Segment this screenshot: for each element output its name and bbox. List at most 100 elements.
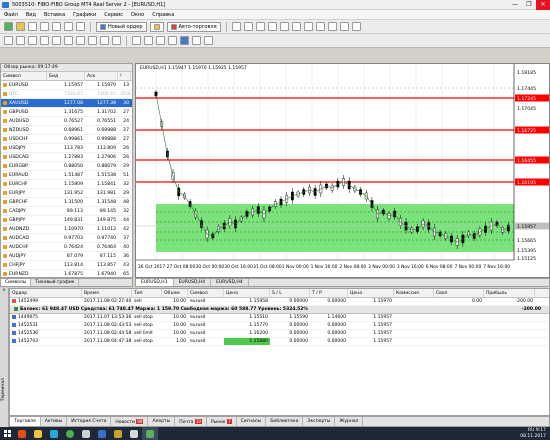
col-volume[interactable]: Объем xyxy=(162,289,188,297)
bar-chart-icon[interactable] xyxy=(231,22,241,31)
market-watch-row[interactable]: AUDCHF 0.76424 0.76464 40 xyxy=(1,243,132,252)
market-watch-row[interactable]: AUDUSD 0.76527 0.76551 24 xyxy=(1,117,132,126)
terminal-tab[interactable]: Эксперты xyxy=(303,417,336,426)
table-row[interactable]: 1452499 2017.11.08 02:27:40 sell 10.00 eurus… xyxy=(10,298,549,306)
period-m30-icon[interactable] xyxy=(168,36,177,45)
cursor-icon[interactable] xyxy=(4,36,13,45)
col-ask[interactable]: Аск xyxy=(85,72,118,81)
text-icon[interactable] xyxy=(88,36,97,45)
taskbar-app[interactable] xyxy=(30,427,46,440)
taskbar-app[interactable] xyxy=(94,427,110,440)
terminal-tab[interactable]: Почта 10 xyxy=(175,417,207,426)
tile-windows-icon[interactable] xyxy=(291,22,301,31)
fibonacci-icon[interactable] xyxy=(76,36,85,45)
market-watch-row[interactable]: USDCHF 0.99861 0.99888 27 xyxy=(1,135,132,144)
taskbar-app[interactable] xyxy=(14,427,30,440)
col-order[interactable]: Ордер xyxy=(10,289,82,297)
chart-tab-eurusd-h1[interactable]: EURUSD,H1 xyxy=(136,279,174,286)
metaeditor-button[interactable] xyxy=(149,21,164,32)
terminal-tab[interactable]: Новости 99 xyxy=(111,417,149,426)
trendline-icon[interactable] xyxy=(52,36,61,45)
close-button[interactable]: ✕ xyxy=(536,0,550,10)
col-symbol[interactable]: Символ xyxy=(1,72,47,81)
profiles-icon[interactable] xyxy=(16,22,25,31)
col-current-price[interactable]: Цена xyxy=(348,289,394,297)
market-watch-row[interactable]: GBPCHF 1.31500 1.31548 48 xyxy=(1,198,132,207)
horizontal-line-icon[interactable] xyxy=(40,36,49,45)
col-bid[interactable]: Бид xyxy=(47,72,85,81)
terminal-tab[interactable]: Библиотека xyxy=(266,417,304,426)
menu-file[interactable]: Файл xyxy=(4,12,18,18)
market-watch-row[interactable]: EURJPY 131.952 131.981 29 xyxy=(1,189,132,198)
system-tray[interactable]: RU 9:17 08.11.2017 xyxy=(520,428,550,439)
col-swap[interactable]: Своп xyxy=(434,289,484,297)
col-sl[interactable]: S / L xyxy=(270,289,310,297)
market-watch-row[interactable]: USDCAD 1.27883 1.27906 26 xyxy=(1,153,132,162)
market-watch-row[interactable]: CHFJPY 113.814 113.857 43 xyxy=(1,261,132,270)
tab-tick-chart[interactable]: Тиковый график xyxy=(31,279,80,286)
start-button[interactable] xyxy=(0,427,14,440)
market-watch-row[interactable]: GBPJPY 149.831 149.875 44 xyxy=(1,216,132,225)
market-watch-row[interactable]: AUDNZD 1.10970 1.11012 42 xyxy=(1,225,132,234)
menu-help[interactable]: Справка xyxy=(152,12,174,18)
new-chart-icon[interactable] xyxy=(4,22,13,31)
market-watch-row[interactable]: AUDCAD 0.97703 0.97740 37 xyxy=(1,234,132,243)
maximize-button[interactable]: ❐ xyxy=(522,0,536,10)
chart-tab-eurusd-h4[interactable]: EURUSD,H4 xyxy=(174,279,212,286)
menu-window[interactable]: Окно xyxy=(131,12,144,18)
menu-view[interactable]: Вид xyxy=(26,12,36,18)
autotrading-button[interactable]: Авто-торговля xyxy=(166,21,221,32)
terminal-tab[interactable]: Торговля xyxy=(10,417,41,426)
zoom-in-icon[interactable] xyxy=(267,22,277,31)
line-chart-icon[interactable] xyxy=(255,22,265,31)
label-icon[interactable] xyxy=(100,36,109,45)
market-watch-row[interactable]: USDJPY 113.783 113.809 26 xyxy=(1,144,132,153)
taskbar-app[interactable] xyxy=(62,427,78,440)
col-commission[interactable]: Комиссия xyxy=(394,289,434,297)
taskbar-app-mt4[interactable] xyxy=(142,427,158,440)
market-watch-row[interactable]: EURCHF 1.15809 1.15841 32 xyxy=(1,180,132,189)
col-type[interactable]: Тип xyxy=(132,289,162,297)
minimize-button[interactable]: — xyxy=(508,0,522,10)
chart-window[interactable]: 1.18185 1.17445 1.17245 1.17045 1.16725 1.164… xyxy=(135,63,550,278)
new-order-button[interactable]: Новый ордер xyxy=(96,21,147,32)
taskbar-app[interactable] xyxy=(78,427,94,440)
col-symbol[interactable]: Символ xyxy=(188,289,224,297)
table-row[interactable]: 1452536 2017.11.08 02:44:58 sell limit 10.0… xyxy=(10,330,549,338)
templates-icon[interactable] xyxy=(351,22,361,31)
terminal-tab[interactable]: Сигналы xyxy=(237,417,267,426)
menu-charts[interactable]: Графики xyxy=(73,12,96,18)
period-m15-icon[interactable] xyxy=(156,36,165,45)
table-row[interactable]: 1452703 2017.11.08 04:47:38 sell stop 1.00 e… xyxy=(10,338,549,346)
col-tp[interactable]: T / P xyxy=(310,289,348,297)
arrows-icon[interactable] xyxy=(112,36,121,45)
menu-insert[interactable]: Вставка xyxy=(44,12,65,18)
market-watch-row[interactable]: BTC 7331.67 7366.67 3500 xyxy=(1,90,132,99)
tester-icon[interactable] xyxy=(76,22,85,31)
col-profit[interactable]: Прибыль xyxy=(484,289,535,297)
col-price[interactable]: Цена xyxy=(224,289,270,297)
taskbar-app[interactable] xyxy=(110,427,126,440)
chart-shift-icon[interactable] xyxy=(315,22,325,31)
market-watch-row[interactable]: EURAUD 1.51487 1.51538 51 xyxy=(1,171,132,180)
market-watch-row[interactable]: XAUUSD 1277.08 1277.38 30 xyxy=(1,99,132,108)
terminal-tab[interactable]: История Счета xyxy=(67,417,112,426)
chart-tab-eurusd-h4-2[interactable]: EURUSD,H4 xyxy=(211,279,249,286)
market-watch-row[interactable]: EURUSD 1.15957 1.15970 13 xyxy=(1,81,132,90)
terminal-tab[interactable]: Алерты xyxy=(148,417,176,426)
col-time[interactable]: Время xyxy=(82,289,132,297)
market-watch-row[interactable]: GBPUSD 1.31675 1.31702 27 xyxy=(1,108,132,117)
terminal-tab[interactable]: Активы xyxy=(41,417,68,426)
vertical-line-icon[interactable] xyxy=(28,36,37,45)
terminal-tab[interactable]: Журнал xyxy=(335,417,364,426)
col-spread[interactable]: ! xyxy=(118,72,131,81)
period-m5-icon[interactable] xyxy=(144,36,153,45)
data-window-icon[interactable] xyxy=(40,22,49,31)
market-watch-row[interactable]: EURGBP 0.88050 0.88079 29 xyxy=(1,162,132,171)
market-watch-row[interactable]: NZDUSD 0.68961 0.68988 27 xyxy=(1,126,132,135)
period-d1-icon[interactable] xyxy=(204,36,213,45)
price-chart[interactable]: 1.18185 1.17445 1.17245 1.17045 1.16725 1.164… xyxy=(136,64,549,277)
taskbar-app[interactable] xyxy=(126,427,142,440)
market-watch-icon[interactable] xyxy=(28,22,37,31)
menu-tools[interactable]: Сервис xyxy=(104,12,123,18)
